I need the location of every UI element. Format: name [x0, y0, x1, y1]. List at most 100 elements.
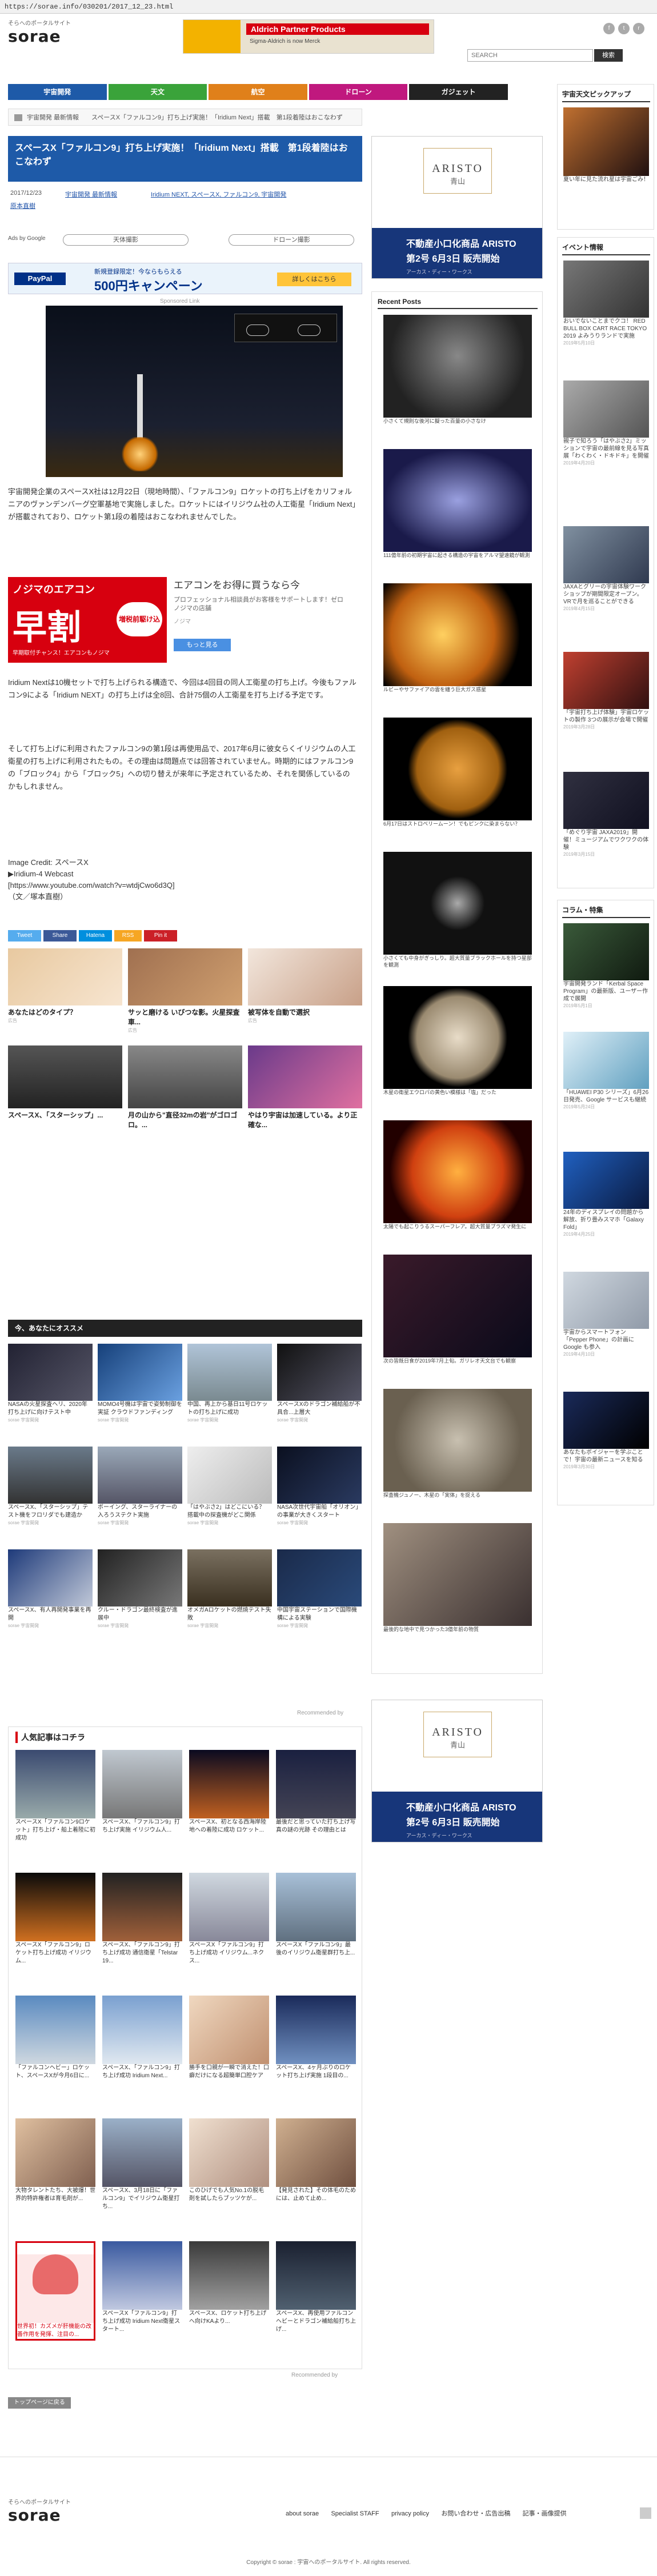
recommend-item[interactable]: 中国宇宙ステーションで国際機構による実験 sorae 宇宙開発	[277, 1549, 362, 1629]
event-item[interactable]: 親子で知ろう「はやぶさ2」ミッションで宇宙の最前線を見る写真展「わくわく・ドキド…	[563, 380, 649, 466]
column-item[interactable]: 24年のディスプレイの問題から解放、折り畳みスマホ「Galaxy Fold」 20…	[563, 1152, 649, 1237]
footer-link-privacy[interactable]: privacy policy	[391, 2510, 429, 2517]
youtube-link[interactable]: [https://www.youtube.com/watch?v=wtdjCwo…	[8, 880, 356, 891]
popular-item[interactable]: スペースX、3月18日に「ファルコン9」でイリジウム衛星打ち...	[102, 2118, 182, 2211]
popular-item[interactable]: スペースX、ロケット打ち上げへ向けKAより...	[189, 2241, 269, 2326]
popular-item[interactable]: このひげでも人気No.1の脱毛剤を試したらブッツケが...	[189, 2118, 269, 2203]
recent-item[interactable]: 最後的な地中で見つかった3億年前の物質	[383, 1523, 532, 1633]
breadcrumb-text[interactable]: 宇宙開発 最新情報 スペースX「ファルコン9」打ち上げ実施！「Iridium N…	[27, 114, 343, 121]
webcast-link[interactable]: ▶Iridium-4 Webcast	[8, 868, 356, 880]
nojima-ad-more-button[interactable]: もっと見る	[174, 639, 231, 651]
popular-item[interactable]: スペースX「ファルコン9」打ち上げ成功 Iridium Next衛星スタート..…	[102, 2241, 182, 2334]
nojima-ad-image[interactable]: ノジマのエアコン 早割 増税前駆け込み 早期取付チャンス！エアコンもノジマ	[8, 577, 167, 663]
popular-item[interactable]: 「ファルコンヘビー」ロケット、スペースXが今月6日に...	[15, 1996, 95, 2080]
recommend-item[interactable]: オメガAロケットの燃焼テスト失敗 sorae 宇宙開発	[187, 1549, 272, 1629]
twitter-icon[interactable]: t	[618, 23, 630, 34]
footer-link-contact[interactable]: お問い合わせ・広告出稿	[441, 2510, 510, 2517]
recommend-item[interactable]: MOMO4号機は宇宙で姿勢制御を実証 クラウドファンディング sorae 宇宙開発	[98, 1344, 182, 1423]
footer-link-submit[interactable]: 記事・画像提供	[523, 2510, 567, 2517]
paypal-detail-button[interactable]: 詳しくはこちら	[277, 273, 351, 286]
facebook-icon[interactable]: f	[603, 23, 615, 34]
browser-url-bar[interactable]: https://sorae.info/030201/2017_12_23.htm…	[0, 0, 657, 14]
event-item[interactable]: JAXAとグリーの宇宙体験ワークショップが期間限定オープン。VRで月を巡ることが…	[563, 526, 649, 612]
popular-item[interactable]: 【発見された】その体毛のためには、止めて止め...	[276, 2118, 356, 2203]
event-item[interactable]: 「宇宙打ち上げ体験」宇宙ロケットの製作 3つの展示が会場で開催 2019年3月28…	[563, 652, 649, 730]
popular-item[interactable]: スペースX「ファルコン9ロケット」打ち上げ・船上着陸に初成功	[15, 1750, 95, 1842]
recommend-item[interactable]: 「はやぶさ2」はどこにいる？ 搭載中の探査機がどこ関係 sorae 宇宙開発	[187, 1447, 272, 1526]
recent-item[interactable]: 木星の衛星エウロパの黄色い模様は「塩」だった	[383, 986, 532, 1096]
popular-item[interactable]: 勝手を口親が一瞬で消えた！口癖だけになる超簡単口腔ケア	[189, 1996, 269, 2080]
nojima-ad-text[interactable]: エアコンをお得に買うなら今 プロフェッショナル相談員がお客様をサポートします！ゼ…	[174, 577, 345, 625]
event-item[interactable]: おいでないことまでクコ！ RED BULL BOX CART RACE TOKY…	[563, 261, 649, 346]
popular-item[interactable]: スペースX、「ファルコン9」打ち上げ成功 通信衛星「Telstar 19...	[102, 1873, 182, 1965]
aristo-ad-bottom[interactable]: ARISTO 青山 不動産小口化商品 ARISTO 第2号 6月3日 販売開始 …	[371, 1700, 543, 1842]
recommend-item[interactable]: スペースX、「スターシップ」テスト機をフロリダでも建造か sorae 宇宙開発	[8, 1447, 93, 1526]
nav-item-astronomy[interactable]: 天文	[108, 84, 207, 100]
footer-link-about[interactable]: about sorae	[286, 2510, 319, 2517]
footer-logo[interactable]: そらへのポータルサイト sorae	[8, 2497, 71, 2525]
rss-icon[interactable]: r	[633, 23, 644, 34]
related-item[interactable]: 被写体を自動で選択 広告	[248, 948, 362, 1024]
footer-link-staff[interactable]: Specialist STAFF	[331, 2510, 379, 2517]
popular-item[interactable]: スペースX、「ファルコン9」打ち上げ実施 イリジウム人...	[102, 1750, 182, 1834]
popular-item[interactable]: スペースX「ファルコン9」最後のイリジウム衛星群打ち上...	[276, 1873, 356, 1957]
rss-button[interactable]: RSS	[114, 930, 142, 942]
recent-item[interactable]: ルビーやサファイアの雲を纏う巨大ガス惑星	[383, 583, 532, 693]
popular-item[interactable]: スペースX「ファルコン9」ロケット打ち上げ成功 イリジウム...	[15, 1873, 95, 1965]
paypal-banner-ad[interactable]: PayPal 新規登録限定！今ならもらえる 500円キャンペーン 詳しくはこちら	[8, 263, 362, 294]
recommend-item[interactable]: NASA次世代宇宙船「オリオン」の事業が大きくスタート sorae 宇宙開発	[277, 1447, 362, 1526]
popular-item[interactable]: スペースX、初となる西海岸陸地への着陸に成功 ロケット...	[189, 1750, 269, 1834]
recommend-item[interactable]: ボーイング、スターライナーの入ろうステクト実施 sorae 宇宙開発	[98, 1447, 182, 1526]
popular-item[interactable]: スペースX、4ヶ月ぶりのロケット打ち上げ実施 1段目の...	[276, 1996, 356, 2080]
nav-item-drone[interactable]: ドローン	[309, 84, 408, 100]
column-item[interactable]: 宇宙開発ランド「Kerbal Space Program」の最新版、ユーザー作成…	[563, 923, 649, 1009]
popular-item[interactable]: 世界初！カズメが肝機能の改善作用を発揮、注目の...	[15, 2241, 95, 2341]
column-item[interactable]: 「HUAWEI P30 シリーズ」6月26日発売、Google サービスも継続 2…	[563, 1032, 649, 1110]
page-top-icon[interactable]	[640, 2507, 651, 2519]
recent-item[interactable]: 6月17日はストロベリームーン！でもピンクに染まらない？	[383, 718, 532, 827]
popular-item[interactable]: 大物タレントたち、大被爆！世界的特許権者は育毛剤が...	[15, 2118, 95, 2203]
header-banner-ad[interactable]: Aldrich Partner Products Sigma-Aldrich i…	[183, 19, 434, 54]
recent-item[interactable]: 太陽でも起こりうるスーパーフレア。超大質量プラズマ発生に	[383, 1120, 532, 1230]
column-item[interactable]: 宇宙からスマートフォン「Pepper Phone」の計画にGoogle も参入 2…	[563, 1272, 649, 1357]
recent-item[interactable]: 次の皆既日食が2019年7月上旬。ガリレオ天文台でも観察	[383, 1255, 532, 1364]
recommend-item[interactable]: クルー・ドラゴン最終検査が進展中 sorae 宇宙開発	[98, 1549, 182, 1629]
recommend-item[interactable]: スペースX、有人再開発事業を再開 sorae 宇宙開発	[8, 1549, 93, 1629]
article-tags[interactable]: Iridium NEXT, スペースX, ファルコン9, 宇宙開発	[151, 190, 286, 199]
aristo-ad-top[interactable]: ARISTO 青山 不動産小口化商品 ARISTO 第2号 6月3日 販売開始 …	[371, 136, 543, 279]
pickup-item[interactable]: 夏い年に見た流れ星は宇宙ごみ！	[563, 107, 649, 183]
ad-pill-astrophoto[interactable]: 天体撮影	[63, 234, 189, 246]
nav-item-aviation[interactable]: 航空	[209, 84, 307, 100]
recent-item[interactable]: 小さくても中身がぎっしり。超大質量ブラックホールを持つ星部を観測	[383, 852, 532, 968]
recommend-item[interactable]: NASAの火星探査ヘリ、2020年打ち上げに向けテスト中 sorae 宇宙開発	[8, 1344, 93, 1423]
search-button[interactable]: 検索	[594, 49, 623, 62]
related-item[interactable]: サッと磨ける いびつな影。火星探査車... 広告	[128, 948, 242, 1033]
recommend-item[interactable]: 中国、再上から基日11号ロケットの打ち上げに成功 sorae 宇宙開発	[187, 1344, 272, 1423]
nav-item-space[interactable]: 宇宙開発	[8, 84, 107, 100]
back-to-top-button[interactable]: トップページに戻る	[8, 2397, 71, 2409]
pinit-button[interactable]: Pin it	[144, 930, 177, 942]
hatena-button[interactable]: Hatena	[79, 930, 112, 942]
home-icon[interactable]	[14, 114, 22, 122]
event-item[interactable]: 「めぐり宇宙 JAXA2019」開催！ミュージアムでワクワクの体験 2019年3月…	[563, 772, 649, 858]
site-logo[interactable]: そらへのポータルサイト sorae	[8, 18, 77, 46]
popular-item[interactable]: スペースX、再使用ファルコンヘビーとドラゴン補給船打ち上げ...	[276, 2241, 356, 2334]
related-item[interactable]: スペースX、「スターシップ」...	[8, 1045, 122, 1120]
recent-item[interactable]: 探査機ジュノー、木星の「実体」を捉える	[383, 1389, 532, 1499]
nav-item-gadget[interactable]: ガジェット	[409, 84, 508, 100]
related-item[interactable]: 月の山から"直径32mの岩"がゴロゴロ。...	[128, 1045, 242, 1130]
column-item[interactable]: あなたもボイジャーを学ぶことで！宇宙の最新ニュースを知る 2019年3月30日	[563, 1392, 649, 1470]
popular-item[interactable]: スペースX、「ファルコン9」打ち上げ成功 Iridium Next...	[102, 1996, 182, 2080]
search-input[interactable]	[467, 49, 593, 62]
recent-item[interactable]: 小さくて規則な後河に擬った百量の小さなけ	[383, 315, 532, 424]
popular-item[interactable]: スペースX「ファルコン9」打ち上げ成功 イリジウム...ネクス...	[189, 1873, 269, 1965]
ad-pill-drone[interactable]: ドローン撮影	[229, 234, 354, 246]
facebook-share-button[interactable]: Share	[43, 930, 77, 942]
recent-item[interactable]: 111億年前の初期宇宙に起きる構造の宇宙をアルマ望遠鏡が観測	[383, 449, 532, 559]
related-item[interactable]: やはり宇宙は加速している。より正確な...	[248, 1045, 362, 1130]
article-author[interactable]: 原本直樹	[10, 201, 35, 210]
article-category[interactable]: 宇宙開発 最新情報	[65, 190, 117, 199]
popular-item[interactable]: 最後だと思っていた打ち上げ写真の謎の光跡 その理由とは	[276, 1750, 356, 1834]
related-item[interactable]: あなたはどのタイプ？ 広告	[8, 948, 122, 1024]
tweet-button[interactable]: Tweet	[8, 930, 41, 942]
